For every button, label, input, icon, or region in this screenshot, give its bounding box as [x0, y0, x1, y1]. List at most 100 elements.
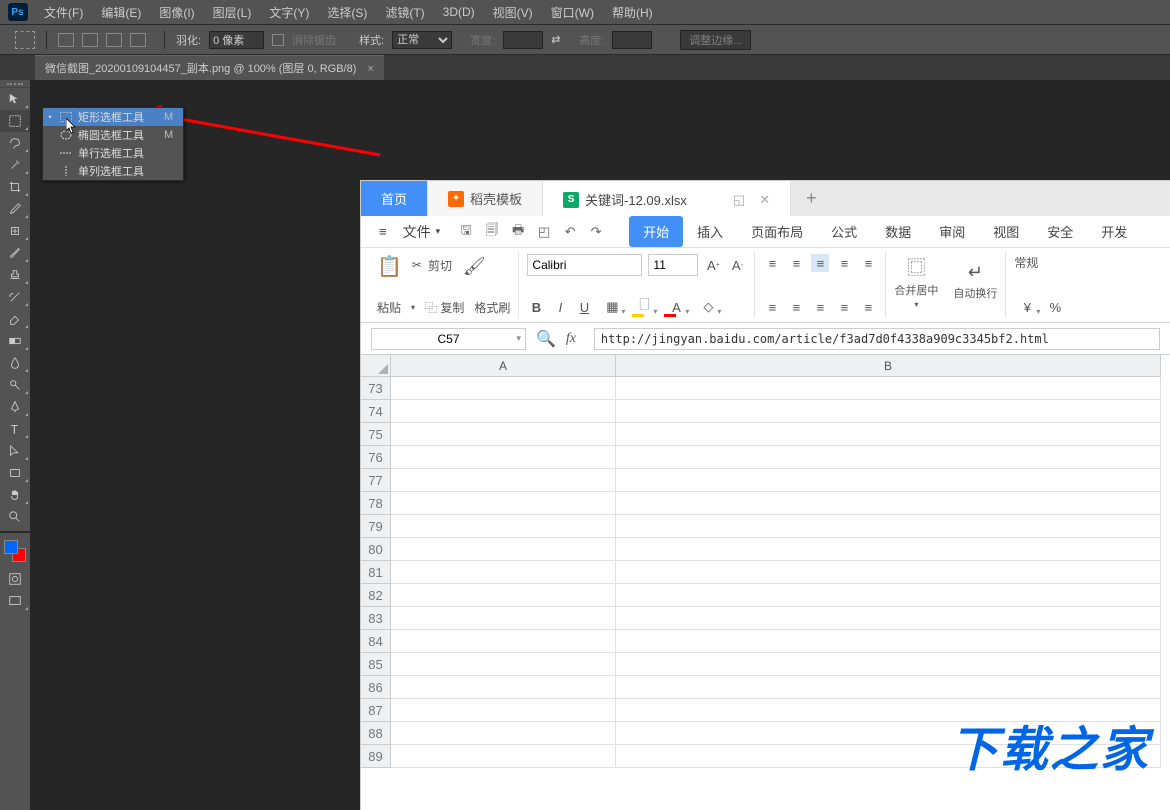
cell[interactable] — [391, 722, 616, 745]
print-icon[interactable]: 🖶 — [510, 224, 526, 240]
foreground-color-swatch[interactable] — [4, 540, 18, 554]
row-header[interactable]: 87 — [361, 699, 391, 722]
cell[interactable] — [616, 446, 1161, 469]
clear-format-button[interactable]: ◇ — [695, 298, 721, 316]
cell[interactable] — [391, 699, 616, 722]
font-name-select[interactable] — [527, 254, 642, 276]
font-size-select[interactable] — [648, 254, 698, 276]
style-select[interactable]: 正常 — [392, 31, 452, 49]
dodge-tool[interactable] — [0, 374, 30, 396]
ribbon-tab-view[interactable]: 视图 — [979, 216, 1033, 247]
align-justify-icon[interactable]: ≡ — [835, 298, 853, 316]
cell[interactable] — [616, 423, 1161, 446]
row-header[interactable]: 83 — [361, 607, 391, 630]
cell[interactable] — [616, 653, 1161, 676]
magic-wand-tool[interactable] — [0, 154, 30, 176]
stamp-tool[interactable] — [0, 264, 30, 286]
type-tool[interactable]: T — [0, 418, 30, 440]
decrease-font-icon[interactable]: A- — [728, 256, 746, 274]
ribbon-tab-layout[interactable]: 页面布局 — [737, 216, 817, 247]
cut-button[interactable]: ✂ 剪切 — [412, 257, 452, 274]
ribbon-tab-formula[interactable]: 公式 — [817, 216, 871, 247]
pen-tool[interactable] — [0, 396, 30, 418]
crop-tool[interactable] — [0, 176, 30, 198]
marquee-tool-icon[interactable] — [15, 31, 35, 49]
ribbon-tab-review[interactable]: 审阅 — [925, 216, 979, 247]
cell[interactable] — [616, 676, 1161, 699]
row-header[interactable]: 76 — [361, 446, 391, 469]
marquee-col-item[interactable]: 单列选框工具 — [43, 162, 183, 180]
color-swatches[interactable] — [0, 538, 30, 568]
align-right-icon[interactable]: ≡ — [811, 298, 829, 316]
cell[interactable] — [391, 538, 616, 561]
toolbox-handle[interactable] — [0, 80, 30, 88]
cell[interactable] — [616, 584, 1161, 607]
doctab-close-icon[interactable]: × — [367, 63, 373, 75]
tab-detach-icon[interactable]: ◱ — [733, 192, 745, 208]
row-header[interactable]: 88 — [361, 722, 391, 745]
print-area-icon[interactable]: ◰ — [536, 224, 552, 240]
marquee-tool[interactable] — [0, 110, 30, 132]
cell[interactable] — [616, 607, 1161, 630]
row-header[interactable]: 85 — [361, 653, 391, 676]
row-header[interactable]: 74 — [361, 400, 391, 423]
orientation-icon[interactable]: ≡ — [859, 298, 877, 316]
col-header-a[interactable]: A — [391, 355, 616, 377]
menu-type[interactable]: 文字(Y) — [260, 4, 318, 21]
cell[interactable] — [616, 469, 1161, 492]
col-header-b[interactable]: B — [616, 355, 1161, 377]
blur-tool[interactable] — [0, 352, 30, 374]
hand-tool[interactable] — [0, 484, 30, 506]
fill-color-button[interactable]: 🗌 — [631, 298, 657, 316]
currency-icon[interactable]: ¥ — [1014, 298, 1040, 316]
format-painter-button[interactable]: 🖌 — [463, 256, 486, 277]
cell[interactable] — [616, 538, 1161, 561]
merge-button[interactable]: ⿴ 合并居中▾ — [894, 254, 938, 309]
row-header[interactable]: 75 — [361, 423, 391, 446]
healing-tool[interactable] — [0, 220, 30, 242]
cell[interactable] — [391, 469, 616, 492]
save-icon[interactable]: 🖫 — [458, 224, 474, 240]
row-header[interactable]: 73 — [361, 377, 391, 400]
wps-name-box[interactable]: C57 — [371, 328, 526, 350]
cell[interactable] — [391, 630, 616, 653]
select-all-corner[interactable] — [361, 355, 391, 377]
increase-font-icon[interactable]: A+ — [704, 256, 722, 274]
row-header[interactable]: 79 — [361, 515, 391, 538]
gradient-tool[interactable] — [0, 330, 30, 352]
selection-add-icon[interactable] — [82, 33, 98, 47]
ribbon-tab-dev[interactable]: 开发 — [1087, 216, 1141, 247]
bold-button[interactable]: B — [527, 298, 545, 316]
underline-button[interactable]: U — [575, 298, 593, 316]
menu-layer[interactable]: 图层(L) — [204, 4, 261, 21]
menu-window[interactable]: 窗口(W) — [542, 4, 603, 21]
cell[interactable] — [616, 400, 1161, 423]
ribbon-tab-start[interactable]: 开始 — [629, 216, 683, 247]
cell[interactable] — [391, 607, 616, 630]
cell[interactable] — [616, 561, 1161, 584]
ribbon-tab-security[interactable]: 安全 — [1033, 216, 1087, 247]
cell[interactable] — [391, 561, 616, 584]
cell[interactable] — [391, 377, 616, 400]
cell[interactable] — [616, 492, 1161, 515]
undo-icon[interactable]: ↶ — [562, 224, 578, 240]
align-left-icon[interactable]: ≡ — [763, 298, 781, 316]
align-middle-icon[interactable]: ≡ — [787, 254, 805, 272]
percent-icon[interactable]: % — [1046, 298, 1064, 316]
selection-subtract-icon[interactable] — [106, 33, 122, 47]
wps-tab-home[interactable]: 首页 — [361, 181, 428, 216]
move-tool[interactable] — [0, 88, 30, 110]
cell[interactable] — [391, 446, 616, 469]
menu-select[interactable]: 选择(S) — [318, 4, 376, 21]
print-preview-icon[interactable]: 🗐 — [484, 224, 500, 240]
zoom-tool[interactable] — [0, 506, 30, 528]
border-button[interactable]: ▦ — [599, 298, 625, 316]
cell[interactable] — [391, 584, 616, 607]
indent-decrease-icon[interactable]: ≡ — [835, 254, 853, 272]
cell[interactable] — [391, 653, 616, 676]
row-header[interactable]: 82 — [361, 584, 391, 607]
cell[interactable] — [391, 745, 616, 768]
wps-tab-add[interactable]: + — [791, 181, 832, 216]
marquee-ellipse-item[interactable]: 椭圆选框工具 M — [43, 126, 183, 144]
row-header[interactable]: 86 — [361, 676, 391, 699]
